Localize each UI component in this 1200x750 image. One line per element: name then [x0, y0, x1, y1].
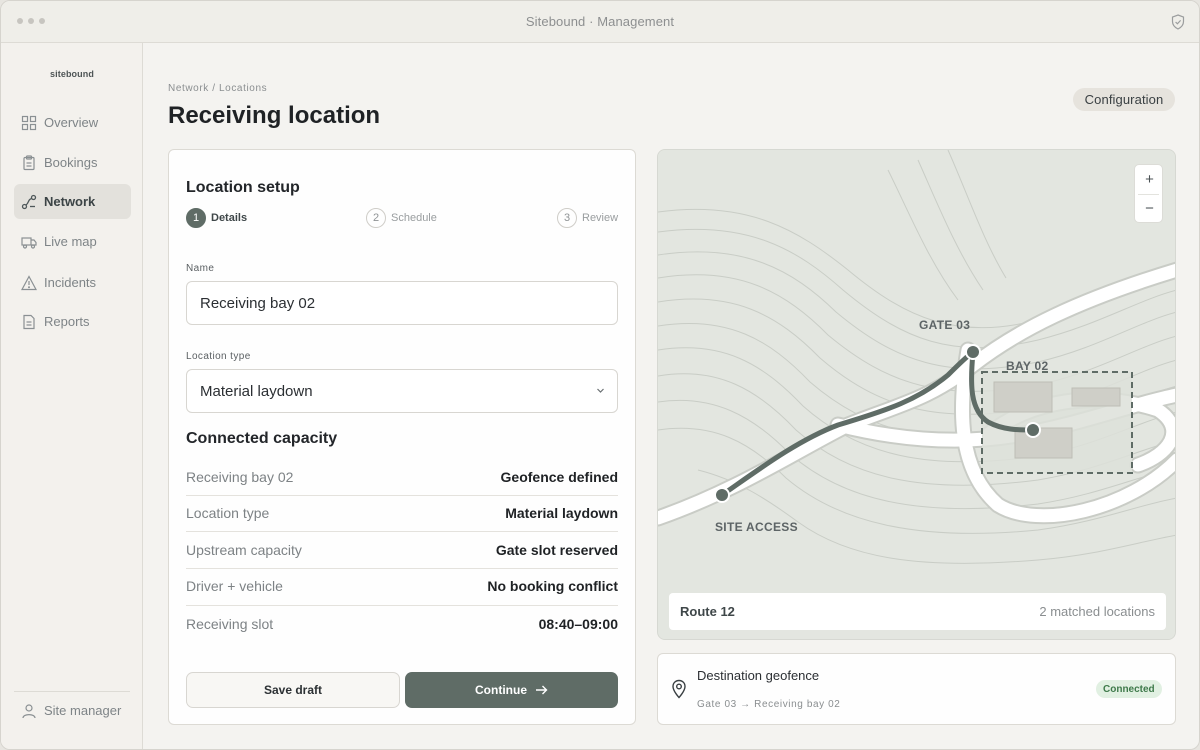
- step-number: 3: [557, 208, 577, 228]
- capacity-key: Receiving slot: [186, 616, 274, 632]
- zoom-out-button[interactable]: −: [1135, 194, 1164, 223]
- capacity-value: 08:40–09:00: [538, 616, 618, 632]
- capacity-row: Receiving bay 02 Geofence defined: [186, 459, 618, 495]
- matched-locations: 2 matched locations: [1039, 604, 1155, 619]
- configuration-button[interactable]: Configuration: [1073, 88, 1175, 111]
- route-summary[interactable]: Route 12 2 matched locations: [669, 593, 1166, 630]
- capacity-row: Location type Material laydown: [186, 495, 618, 531]
- shield-icon: [1171, 14, 1185, 30]
- window-title: Sitebound · Management: [525, 14, 675, 29]
- building: [1014, 427, 1073, 459]
- sidebar-item-network[interactable]: Network: [14, 184, 131, 219]
- sidebar-item-overview[interactable]: Overview: [14, 105, 131, 140]
- user-icon: [22, 703, 36, 718]
- name-input[interactable]: [186, 281, 618, 325]
- capacity-value: Geofence defined: [500, 469, 618, 485]
- step-schedule[interactable]: 2 Schedule: [366, 208, 437, 228]
- sidebar-item-live-map[interactable]: Live map: [14, 224, 131, 259]
- status-badge: Connected: [1096, 680, 1162, 698]
- breadcrumb[interactable]: Network / Locations: [168, 83, 267, 94]
- grid-icon: [21, 115, 37, 130]
- zoom-control: + −: [1134, 164, 1163, 223]
- arrow-right-icon: [536, 685, 548, 695]
- sidebar-item-label: Live map: [44, 234, 97, 249]
- route-name: Route 12: [680, 604, 735, 619]
- destination-geofence-card[interactable]: Destination geofence Gate 03 → Receiving…: [657, 653, 1176, 725]
- location-type-label: Location type: [186, 351, 251, 362]
- step-number: 1: [186, 208, 206, 228]
- gate-marker[interactable]: [965, 344, 981, 360]
- bay-label: BAY 02: [1006, 359, 1049, 373]
- chevron-down-icon: [597, 388, 604, 393]
- connected-capacity-title: Connected capacity: [186, 430, 338, 447]
- document-icon: [23, 314, 35, 329]
- page-title: Receiving location: [168, 102, 381, 129]
- location-setup-card: Location setup 1 Details 2 Schedule 3 Re…: [168, 149, 636, 725]
- sidebar-item-label: Overview: [44, 115, 99, 130]
- save-draft-button[interactable]: Save draft: [186, 672, 400, 708]
- capacity-row: Receiving slot 08:40–09:00: [186, 606, 618, 642]
- building: [1071, 387, 1121, 407]
- site-access-label: SITE ACCESS: [715, 520, 798, 534]
- sidebar-item-label: Incidents: [44, 275, 97, 290]
- capacity-key: Upstream capacity: [186, 542, 302, 558]
- continue-label: Continue: [475, 683, 527, 697]
- warning-icon: [21, 274, 37, 290]
- capacity-row: Upstream capacity Gate slot reserved: [186, 532, 618, 568]
- sidebar-item-reports[interactable]: Reports: [14, 304, 131, 339]
- sidebar-item-label: Bookings: [44, 155, 98, 170]
- capacity-value: Gate slot reserved: [495, 542, 618, 558]
- name-label: Name: [186, 263, 215, 274]
- network-icon: [21, 194, 37, 209]
- sidebar-divider: [14, 691, 130, 692]
- continue-button[interactable]: Continue: [405, 672, 618, 708]
- capacity-row: Driver + vehicle No booking conflict: [186, 568, 618, 604]
- card-title: Location setup: [186, 179, 300, 196]
- sidebar-item-incidents[interactable]: Incidents: [14, 265, 131, 300]
- step-label: Schedule: [391, 212, 437, 224]
- step-label: Review: [582, 212, 619, 224]
- site-access-marker[interactable]: [714, 487, 730, 503]
- map-canvas[interactable]: [658, 150, 1176, 640]
- step-label: Details: [211, 212, 248, 224]
- user-label: Site manager: [44, 703, 122, 718]
- location-pin-icon: [672, 679, 686, 699]
- destination-title: Destination geofence: [697, 668, 820, 683]
- route-map[interactable]: GATE 03 BAY 02 SITE ACCESS + − Route 12 …: [657, 149, 1176, 640]
- step-details[interactable]: 1 Details: [186, 208, 247, 228]
- location-type-value: Material laydown: [200, 382, 313, 400]
- app-window: Sitebound · Management sitebound Overvie…: [0, 0, 1200, 750]
- zoom-in-button[interactable]: +: [1135, 165, 1164, 194]
- capacity-value: No booking conflict: [487, 578, 618, 594]
- sidebar-item-label: Reports: [44, 314, 90, 329]
- capacity-key: Receiving bay 02: [186, 469, 294, 485]
- user-menu[interactable]: Site manager: [14, 693, 131, 728]
- clipboard-icon: [23, 154, 35, 170]
- title-bar: Sitebound · Management: [1, 1, 1199, 43]
- capacity-value: Material laydown: [505, 505, 618, 521]
- step-number: 2: [366, 208, 386, 228]
- destination-path: Gate 03 → Receiving bay 02: [697, 699, 841, 710]
- sidebar-item-bookings[interactable]: Bookings: [14, 145, 131, 180]
- sidebar: sitebound Overview Bookings Network Live…: [1, 43, 143, 749]
- building: [993, 381, 1053, 413]
- gate-label: GATE 03: [919, 318, 971, 332]
- sidebar-item-label: Network: [44, 194, 96, 209]
- bay-marker[interactable]: [1025, 422, 1041, 438]
- location-type-select[interactable]: Material laydown: [186, 369, 618, 413]
- brand-logo: sitebound: [50, 69, 94, 79]
- capacity-key: Driver + vehicle: [186, 578, 283, 594]
- truck-icon: [21, 236, 37, 249]
- step-review[interactable]: 3 Review: [557, 208, 618, 228]
- capacity-key: Location type: [186, 505, 270, 521]
